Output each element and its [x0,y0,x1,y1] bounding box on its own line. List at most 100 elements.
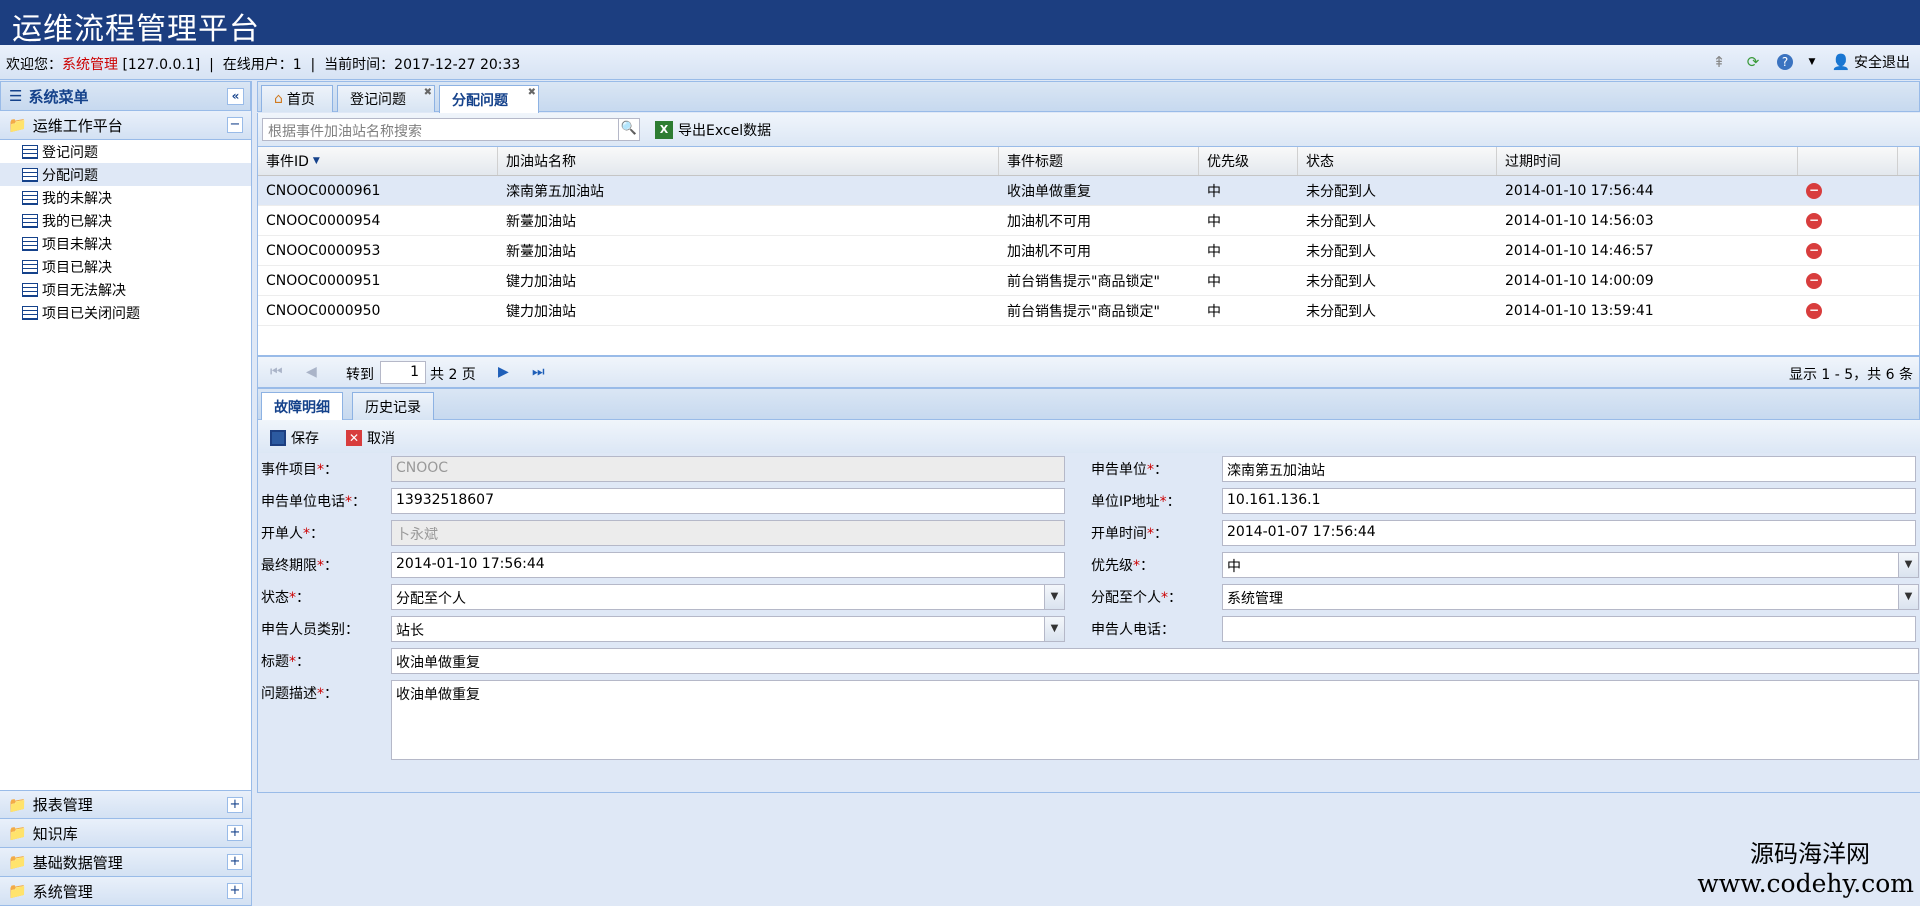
expand-section-icon[interactable]: + [227,825,243,841]
sidebar-item-register[interactable]: 登记问题 [0,140,251,163]
expand-section-icon[interactable]: + [227,883,243,899]
detail-toolbar: 保存 ✕ 取消 [257,420,1920,453]
cell-expire: 2014-01-10 14:00:09 [1505,272,1654,289]
expand-section-icon[interactable]: + [227,854,243,870]
reporter-type-select[interactable]: 站长 ▼ [391,616,1065,642]
reporter-phone-label: 申告人电话： [1091,622,1175,638]
section-base-data[interactable]: 📁 基础数据管理 + [0,848,251,877]
status-bar: 欢迎您：系统管理 [127.0.0.1] | 在线用户：1 | 当前时间：201… [0,45,1920,80]
priority-value: 中 [1227,559,1241,575]
subject-field[interactable]: 收油单做重复 [391,648,1919,674]
delete-icon[interactable]: − [1806,182,1822,199]
export-excel-button[interactable]: X 导出Excel数据 [655,120,771,140]
collapse-section-icon[interactable]: − [227,117,243,133]
col-header-priority[interactable]: 优先级 [1199,147,1298,175]
tab-register[interactable]: 登记问题 ✖ [337,85,435,112]
description-textarea[interactable]: 收油单做重复 [391,680,1919,760]
prev-page-icon[interactable]: ◀ [306,364,317,380]
section-knowledge[interactable]: 📁 知识库 + [0,819,251,848]
cancel-button[interactable]: ✕ 取消 [346,428,395,448]
section-system[interactable]: 📁 系统管理 + [0,877,251,906]
first-page-icon[interactable]: ⏮ [270,364,283,380]
page-number-input[interactable]: 1 [380,361,426,384]
table-row[interactable]: CNOOC0000950 键力加油站 前台销售提示"商品锁定" 中 未分配到人 … [258,296,1919,326]
subject-label: 标题*： [261,654,310,670]
tab-history[interactable]: 历史记录 [352,392,434,420]
reporter-phone-field[interactable] [1222,616,1916,642]
col-header-expire[interactable]: 过期时间 [1497,147,1798,175]
detail-form: 事件项目*： CNOOC 申告单位*： 滦南第五加油站 申告单位电话*： 139… [257,453,1920,793]
cell-station: 新薹加油站 [506,243,576,260]
priority-label: 优先级*： [1091,558,1154,574]
home-icon: ⌂ [274,91,283,107]
open-time-field[interactable]: 2014-01-07 17:56:44 [1222,520,1916,546]
search-icon[interactable]: 🔍 [618,118,640,141]
cell-priority: 中 [1207,183,1221,200]
assignee-select[interactable]: 系统管理 ▼ [1222,584,1919,610]
sidebar-item-assign[interactable]: 分配问题 [0,163,251,186]
help-icon[interactable]: ? [1777,54,1793,70]
sidebar-item-project-resolved[interactable]: 项目已解决 [0,255,251,278]
tab-fault-detail[interactable]: 故障明细 [261,392,343,420]
search-input[interactable]: 根据事件加油站名称搜索 [262,118,622,141]
unit-field[interactable]: 滦南第五加油站 [1222,456,1916,482]
delete-icon[interactable]: − [1806,272,1822,289]
table-row[interactable]: CNOOC0000961 滦南第五加油站 收油单做重复 中 未分配到人 2014… [258,176,1919,206]
chevron-down-icon[interactable]: ▼ [1044,585,1064,609]
tab-home[interactable]: ⌂ 首页 [261,85,333,112]
cell-priority: 中 [1207,243,1221,260]
logout-button[interactable]: 👤 安全退出 [1831,52,1910,72]
unit-ip-label: 单位IP地址*： [1091,494,1181,510]
collapse-up-icon[interactable]: ⇞ [1709,52,1729,72]
folder-icon: 📁 [8,116,27,134]
chevron-down-icon[interactable]: ▼ [1898,585,1918,609]
sidebar-item-project-unsolvable[interactable]: 项目无法解决 [0,278,251,301]
sidebar-item-project-closed[interactable]: 项目已关闭问题 [0,301,251,324]
refresh-icon[interactable]: ⟳ [1743,52,1763,72]
cell-status: 未分配到人 [1306,213,1376,230]
unit-phone-field[interactable]: 13932518607 [391,488,1065,514]
table-row[interactable]: CNOOC0000953 新薹加油站 加油机不可用 中 未分配到人 2014-0… [258,236,1919,266]
watermark-name: 源码海洋网 [1750,840,1870,868]
status-select[interactable]: 分配至个人 ▼ [391,584,1065,610]
table-row[interactable]: CNOOC0000951 键力加油站 前台销售提示"商品锁定" 中 未分配到人 … [258,266,1919,296]
delete-icon[interactable]: − [1806,212,1822,229]
col-header-title[interactable]: 事件标题 [999,147,1199,175]
cell-actions: − [1798,266,1898,295]
table-row[interactable]: CNOOC0000954 新薹加油站 加油机不可用 中 未分配到人 2014-0… [258,206,1919,236]
chevron-down-icon[interactable]: ▼ [1044,617,1064,641]
close-tab-icon[interactable]: ✖ [528,87,536,98]
close-tab-icon[interactable]: ✖ [424,87,432,98]
chevron-down-icon[interactable]: ▼ [1898,553,1918,577]
tab-label: 首页 [286,92,315,108]
delete-icon[interactable]: − [1806,302,1822,319]
sidebar-item-label: 项目已关闭问题 [42,305,140,322]
sidebar-item-my-resolved[interactable]: 我的已解决 [0,209,251,232]
delete-icon[interactable]: − [1806,242,1822,259]
sidebar-item-project-unresolved[interactable]: 项目未解决 [0,232,251,255]
col-header-status[interactable]: 状态 [1298,147,1497,175]
sidebar-item-label: 项目未解决 [42,236,112,253]
col-header-station[interactable]: 加油站名称 [498,147,999,175]
col-header-event-id[interactable]: 事件ID ▼ [258,147,498,175]
list-icon [22,190,38,205]
next-page-icon[interactable]: ▶ [498,364,509,380]
last-page-icon[interactable]: ⏭ [532,364,545,380]
save-button[interactable]: 保存 [270,428,319,448]
dropdown-arrow-icon[interactable]: ▼ [1807,52,1817,72]
status-actions: ⇞ ⟳ ? ▼ 👤 安全退出 [1709,52,1910,72]
cell-status: 未分配到人 [1306,303,1376,320]
collapse-sidebar-icon[interactable]: « [227,88,244,105]
unit-ip-field[interactable]: 10.161.136.1 [1222,488,1916,514]
sidebar: ☰ 系统菜单 « 📁 运维工作平台 − 登记问题 分配问题 我的未解决 我的已解… [0,81,252,906]
section-reports[interactable]: 📁 报表管理 + [0,790,251,819]
list-icon [22,213,38,228]
tab-assign[interactable]: 分配问题 ✖ [439,85,539,113]
deadline-field[interactable]: 2014-01-10 17:56:44 [391,552,1065,578]
priority-select[interactable]: 中 ▼ [1222,552,1919,578]
section-ops-platform[interactable]: 📁 运维工作平台 − [0,111,251,140]
expand-section-icon[interactable]: + [227,797,243,813]
list-icon [22,282,38,297]
menu-icon: ☰ [9,87,23,105]
sidebar-item-my-unresolved[interactable]: 我的未解决 [0,186,251,209]
